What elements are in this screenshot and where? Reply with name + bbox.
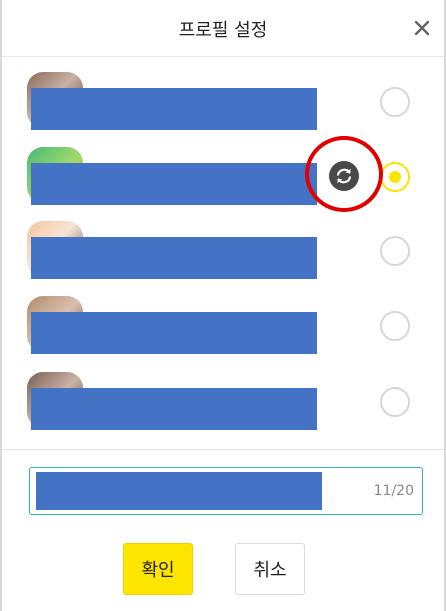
profile-row[interactable] (2, 211, 444, 287)
dialog-title: 프로필 설정 (178, 20, 268, 41)
cancel-button[interactable]: 취소 (235, 543, 305, 595)
profile-radio[interactable] (380, 387, 410, 417)
profile-name-redacted (31, 312, 317, 354)
profile-radio[interactable] (380, 311, 410, 341)
char-count: 11/20 (373, 483, 414, 499)
profile-radio[interactable] (380, 87, 410, 117)
profile-row[interactable] (2, 137, 444, 213)
nickname-input[interactable] (36, 472, 322, 510)
divider (2, 449, 444, 450)
profile-settings-dialog: 프로필 설정 11/20 확인 취소 (0, 0, 446, 611)
close-icon (414, 20, 430, 36)
profile-name-redacted (31, 388, 317, 430)
profile-radio-selected[interactable] (380, 162, 410, 192)
profile-name-redacted (31, 88, 317, 130)
profile-row[interactable] (2, 62, 444, 138)
profile-radio[interactable] (380, 236, 410, 266)
profile-name-redacted (31, 163, 317, 205)
profile-name-redacted (31, 237, 317, 279)
dialog-header: 프로필 설정 (2, 0, 444, 57)
change-profile-button[interactable] (329, 161, 359, 191)
profile-row[interactable] (2, 286, 444, 362)
nickname-input-wrapper: 11/20 (29, 467, 423, 515)
close-button[interactable] (408, 14, 436, 42)
confirm-button[interactable]: 확인 (123, 543, 193, 595)
profile-row[interactable] (2, 362, 444, 438)
refresh-icon (336, 168, 352, 184)
